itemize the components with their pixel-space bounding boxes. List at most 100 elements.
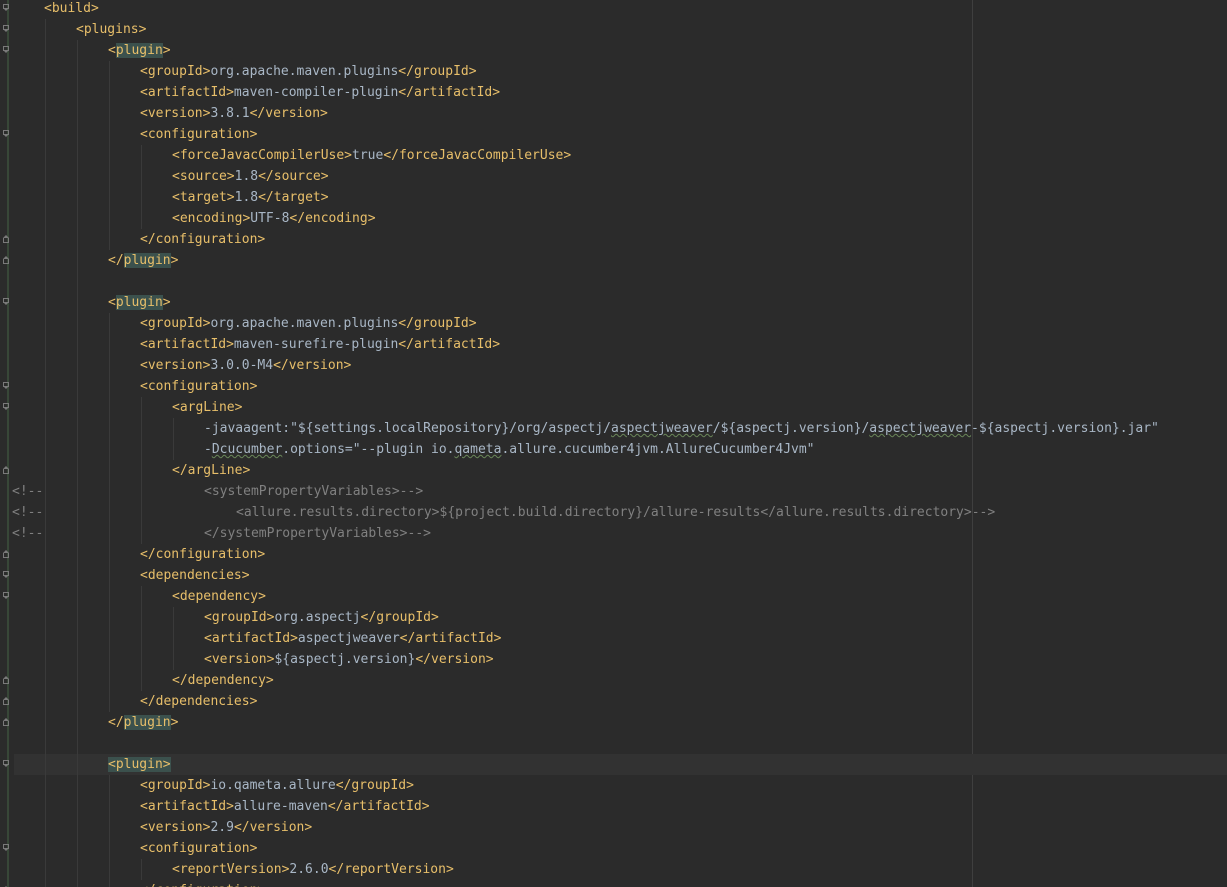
fold-collapse-icon[interactable] bbox=[3, 550, 10, 558]
xml-tag-token: </encoding> bbox=[289, 211, 376, 226]
comment-token: <systemPropertyVariables>--> bbox=[204, 484, 424, 499]
xml-tag-token: </artifactId> bbox=[398, 85, 501, 100]
code-line[interactable]: <groupId>org.apache.maven.plugins</group… bbox=[0, 61, 1227, 82]
code-text: </configuration> bbox=[140, 544, 265, 565]
code-line[interactable]: <encoding>UTF-8</encoding> bbox=[0, 208, 1227, 229]
xml-tag-token: </version> bbox=[415, 652, 494, 667]
code-line[interactable]: <source>1.8</source> bbox=[0, 166, 1227, 187]
fold-expand-icon[interactable] bbox=[3, 844, 10, 852]
xml-tag-token: < bbox=[108, 295, 116, 310]
xml-tag-token: </groupId> bbox=[398, 64, 477, 79]
fold-expand-icon[interactable] bbox=[3, 130, 10, 138]
xml-tag-token: <version> bbox=[140, 820, 211, 835]
xml-tag-token: </argLine> bbox=[172, 463, 251, 478]
fold-collapse-icon[interactable] bbox=[3, 697, 10, 705]
code-line[interactable]: </plugin> bbox=[0, 712, 1227, 733]
code-line[interactable]: <target>1.8</target> bbox=[0, 187, 1227, 208]
fold-expand-icon[interactable] bbox=[3, 298, 10, 306]
xml-tag-token: </groupId> bbox=[398, 316, 477, 331]
code-line[interactable]: <dependency> bbox=[0, 586, 1227, 607]
xml-tag-token: </configuration> bbox=[140, 232, 266, 247]
fold-collapse-icon[interactable] bbox=[3, 256, 10, 264]
code-line[interactable]: <version>${aspectj.version}</version> bbox=[0, 649, 1227, 670]
code-text: <source>1.8</source> bbox=[172, 166, 329, 187]
code-line[interactable]: </dependency> bbox=[0, 670, 1227, 691]
code-line[interactable]: <configuration> bbox=[0, 376, 1227, 397]
code-line[interactable]: <groupId>io.qameta.allure</groupId> bbox=[0, 775, 1227, 796]
code-line[interactable]: <configuration> bbox=[0, 838, 1227, 859]
code-line[interactable]: <artifactId>allure-maven</artifactId> bbox=[0, 796, 1227, 817]
code-text: <groupId>org.apache.maven.plugins</group… bbox=[140, 61, 477, 82]
code-line[interactable]: </configuration> bbox=[0, 229, 1227, 250]
fold-expand-icon[interactable] bbox=[3, 592, 10, 600]
code-line[interactable]: <groupId>org.aspectj</groupId> bbox=[0, 607, 1227, 628]
xml-tag-token: <dependencies> bbox=[140, 568, 250, 583]
code-line[interactable]: <!-- <systemPropertyVariables>--> bbox=[0, 481, 1227, 502]
code-line[interactable]: <artifactId>maven-surefire-plugin</artif… bbox=[0, 334, 1227, 355]
xml-tag-token: plugin bbox=[115, 43, 163, 58]
code-text: -javaagent:"${settings.localRepository}/… bbox=[204, 418, 1159, 439]
xml-tag-token: <argLine> bbox=[172, 400, 243, 415]
fold-collapse-icon[interactable] bbox=[3, 466, 10, 474]
xml-tag-token: </artifactId> bbox=[327, 799, 430, 814]
code-line[interactable]: <version>3.8.1</version> bbox=[0, 103, 1227, 124]
code-line[interactable]: <artifactId>maven-compiler-plugin</artif… bbox=[0, 82, 1227, 103]
fold-collapse-icon[interactable] bbox=[3, 235, 10, 243]
code-line[interactable]: <build> bbox=[0, 0, 1227, 19]
code-line[interactable]: <plugin> bbox=[0, 292, 1227, 313]
code-text: <encoding>UTF-8</encoding> bbox=[172, 208, 376, 229]
code-line[interactable]: <configuration> bbox=[0, 124, 1227, 145]
code-text: </configuration> bbox=[140, 229, 265, 250]
code-editor[interactable]: <build> <plugins> <plugin> <groupId>org.apa… bbox=[0, 0, 1227, 887]
fold-collapse-icon[interactable] bbox=[3, 718, 10, 726]
fold-expand-icon[interactable] bbox=[3, 4, 10, 12]
fold-expand-icon[interactable] bbox=[3, 571, 10, 579]
fold-expand-icon[interactable] bbox=[3, 760, 10, 768]
code-line[interactable]: <reportVersion>2.6.0</reportVersion> bbox=[0, 859, 1227, 880]
text-token: ${aspectj.version} bbox=[274, 652, 416, 667]
code-line[interactable]: <argLine> bbox=[0, 397, 1227, 418]
code-line[interactable]: <version>2.9</version> bbox=[0, 817, 1227, 838]
code-line[interactable]: -Dcucumber.options="--plugin io.qameta.a… bbox=[0, 439, 1227, 460]
code-line[interactable]: </dependencies> bbox=[0, 691, 1227, 712]
code-line[interactable]: <artifactId>aspectjweaver</artifactId> bbox=[0, 628, 1227, 649]
code-text: </systemPropertyVariables>--> bbox=[204, 523, 431, 544]
comment-marker: <!-- bbox=[12, 484, 44, 499]
fold-expand-icon[interactable] bbox=[3, 25, 10, 33]
text-token: 3.0.0-M4 bbox=[210, 358, 274, 373]
code-line[interactable]: <plugin> bbox=[0, 40, 1227, 61]
code-line[interactable]: <dependencies> bbox=[0, 565, 1227, 586]
code-line[interactable]: <plugin> bbox=[0, 754, 1227, 775]
code-line[interactable]: </plugin> bbox=[0, 250, 1227, 271]
xml-tag-token: </groupId> bbox=[360, 610, 439, 625]
code-line[interactable]: <!-- <allure.results.directory>${project.… bbox=[0, 502, 1227, 523]
code-line[interactable]: </argLine> bbox=[0, 460, 1227, 481]
xml-tag-token: </reportVersion> bbox=[328, 862, 454, 877]
code-line[interactable]: <!-- </systemPropertyVariables>--> bbox=[0, 523, 1227, 544]
text-token: aspectjweaver bbox=[297, 631, 400, 646]
fold-expand-icon[interactable] bbox=[3, 403, 10, 411]
code-line[interactable] bbox=[0, 733, 1227, 754]
xml-tag-token: <artifactId> bbox=[204, 631, 298, 646]
fold-collapse-icon[interactable] bbox=[3, 676, 10, 684]
code-line[interactable]: -javaagent:"${settings.localRepository}/… bbox=[0, 418, 1227, 439]
code-line[interactable]: <groupId>org.apache.maven.plugins</group… bbox=[0, 313, 1227, 334]
text-token: org.aspectj bbox=[274, 610, 361, 625]
xml-tag-token: <reportVersion> bbox=[172, 862, 290, 877]
fold-expand-icon[interactable] bbox=[3, 382, 10, 390]
text-token: - bbox=[204, 442, 212, 457]
xml-tag-token: <plugin> bbox=[108, 757, 171, 772]
fold-expand-icon[interactable] bbox=[3, 46, 10, 54]
code-line[interactable]: <version>3.0.0-M4</version> bbox=[0, 355, 1227, 376]
code-text: <configuration> bbox=[140, 376, 257, 397]
code-line[interactable]: <plugins> bbox=[0, 19, 1227, 40]
code-line[interactable] bbox=[0, 271, 1227, 292]
text-token: -javaagent:"${settings.localRepository}/… bbox=[204, 421, 611, 436]
code-line[interactable]: <forceJavacCompilerUse>true</forceJavacC… bbox=[0, 145, 1227, 166]
xml-tag-token: </ bbox=[108, 253, 124, 268]
xml-tag-token: < bbox=[108, 43, 116, 58]
code-line[interactable]: </configuration> bbox=[0, 880, 1227, 887]
text-token: allure-maven bbox=[233, 799, 328, 814]
code-line[interactable]: </configuration> bbox=[0, 544, 1227, 565]
xml-tag-token: </artifactId> bbox=[399, 631, 502, 646]
